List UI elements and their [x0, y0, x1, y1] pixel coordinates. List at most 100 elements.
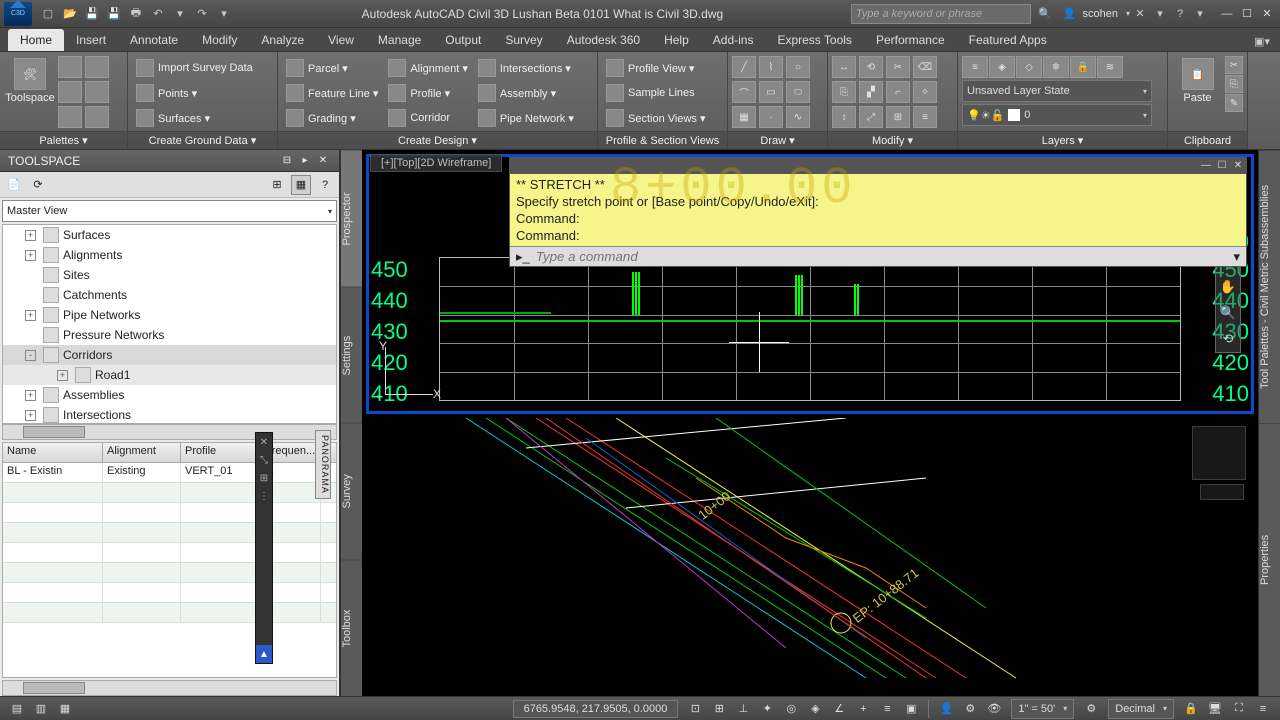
tab-toolbox[interactable]: Toolbox — [341, 560, 362, 697]
sb-isolate-icon[interactable]: ⛶ — [1228, 699, 1250, 719]
zoom-icon[interactable]: 🔍 — [1216, 300, 1240, 326]
col-name[interactable]: Name — [3, 443, 103, 462]
point-icon[interactable]: · — [759, 106, 783, 128]
tab-view[interactable]: View — [316, 29, 366, 51]
undo-dd-icon[interactable]: ▾ — [170, 4, 190, 24]
featureline-button[interactable]: Feature Line ▾ — [282, 81, 382, 105]
arc-icon[interactable]: ⌒ — [732, 81, 756, 103]
cmd-close-icon[interactable]: ✕ — [1230, 158, 1246, 172]
save-icon[interactable]: 💾 — [82, 4, 102, 24]
prospector-tree[interactable]: +Surfaces +Alignments Sites Catchments +… — [2, 224, 337, 424]
sb-layout-icon[interactable]: ▥ — [30, 699, 52, 719]
help-icon[interactable]: ? — [1170, 4, 1190, 24]
tab-survey[interactable]: Survey — [341, 423, 362, 560]
units-combo[interactable]: Decimal▾ — [1108, 699, 1174, 719]
col-profile[interactable]: Profile — [181, 443, 261, 462]
intersections-button[interactable]: Intersections ▾ — [474, 56, 578, 80]
grading-button[interactable]: Grading ▾ — [282, 106, 382, 130]
tab-survey[interactable]: Survey — [493, 29, 554, 51]
maximize-icon[interactable]: ☐ — [1238, 6, 1256, 22]
scale-icon[interactable]: ⤢ — [859, 106, 883, 128]
tab-prospector[interactable]: Prospector — [341, 150, 362, 287]
layerlock-icon[interactable]: 🔒 — [1070, 56, 1096, 78]
tab-addins[interactable]: Add-ins — [701, 29, 766, 51]
collapse-icon[interactable]: - — [25, 350, 36, 361]
viewcube-2[interactable] — [1192, 426, 1246, 480]
sb-lock-icon[interactable]: 🔒 — [1180, 699, 1202, 719]
redo-icon[interactable]: ↷ — [192, 4, 212, 24]
redo-dd-icon[interactable]: ▾ — [214, 4, 234, 24]
wcs-label-2[interactable] — [1200, 484, 1244, 500]
panel-design[interactable]: Create Design ▾ — [278, 131, 597, 149]
floating-toolbar[interactable]: ✕ ⤡ ⊞ ⋮ ▲ — [255, 432, 273, 664]
cmd-dropdown-icon[interactable]: ▾ — [1233, 249, 1240, 265]
cmd-max-icon[interactable]: ☐ — [1214, 158, 1230, 172]
orbit-icon[interactable]: ⟲ — [1216, 326, 1240, 352]
pipenetwork-button[interactable]: Pipe Network ▾ — [474, 106, 578, 130]
expand-icon[interactable]: + — [57, 370, 68, 381]
palette-icon-3[interactable] — [58, 81, 82, 103]
fb-opt-icon[interactable]: ⋮ — [256, 487, 272, 505]
tree-road1[interactable]: +Road1 — [3, 365, 336, 385]
spline-icon[interactable]: ∿ — [786, 106, 810, 128]
app-icon[interactable]: C3D — [4, 2, 32, 26]
tree-intersections[interactable]: +Intersections — [3, 405, 336, 424]
palette-icon-5[interactable] — [58, 106, 82, 128]
search-icon[interactable]: 🔍 — [1035, 4, 1055, 24]
tab-featuredapps[interactable]: Featured Apps — [957, 29, 1059, 51]
scale-combo[interactable]: 1" = 50'▾ — [1011, 699, 1074, 719]
expand-icon[interactable]: + — [25, 390, 36, 401]
mirror-icon[interactable]: ▞ — [859, 81, 883, 103]
parcel-button[interactable]: Parcel ▾ — [282, 56, 382, 80]
expand-icon[interactable]: + — [25, 230, 36, 241]
tree-pipenetworks[interactable]: +Pipe Networks — [3, 305, 336, 325]
sb-3dosnap-icon[interactable]: ◈ — [804, 699, 826, 719]
expand-icon[interactable]: + — [25, 410, 36, 421]
sb-annoscale-icon[interactable]: ⚙ — [959, 699, 981, 719]
tree-surfaces[interactable]: +Surfaces — [3, 225, 336, 245]
layeriso-icon[interactable]: ◈ — [989, 56, 1015, 78]
expand-icon[interactable]: + — [25, 310, 36, 321]
sb-polar-icon[interactable]: ✦ — [756, 699, 778, 719]
sb-trans-icon[interactable]: ▣ — [900, 699, 922, 719]
stretch-icon[interactable]: ↕ — [832, 106, 856, 128]
tab-annotate[interactable]: Annotate — [118, 29, 190, 51]
tab-output[interactable]: Output — [433, 29, 493, 51]
properties-tab[interactable]: Properties — [1259, 423, 1280, 696]
sectionviews-button[interactable]: Section Views ▾ — [602, 106, 709, 130]
close-panel-icon[interactable]: ✕ — [315, 154, 331, 168]
toolpalettes-tab[interactable]: Tool Palettes - Civil Metric Subassembli… — [1259, 150, 1280, 423]
tab-performance[interactable]: Performance — [864, 29, 957, 51]
grid-body[interactable]: BL - Existin Existing VERT_01 ... — [3, 463, 336, 677]
panel-ground[interactable]: Create Ground Data ▾ — [128, 131, 277, 149]
corridor-button[interactable]: Corridor — [384, 106, 472, 130]
sb-hardware-icon[interactable]: 🖥 — [1204, 699, 1226, 719]
copy-icon[interactable]: ⎘ — [832, 81, 856, 103]
array-icon[interactable]: ⊞ — [886, 106, 910, 128]
offset-icon[interactable]: ≡ — [913, 106, 937, 128]
open-icon[interactable]: 📂 — [60, 4, 80, 24]
import-survey-button[interactable]: Import Survey Data — [132, 56, 257, 80]
explode-icon[interactable]: ✧ — [913, 81, 937, 103]
sb-otrack-icon[interactable]: ∠ — [828, 699, 850, 719]
col-alignment[interactable]: Alignment — [103, 443, 181, 462]
assembly-button[interactable]: Assembly ▾ — [474, 81, 578, 105]
points-button[interactable]: Points ▾ — [132, 81, 257, 105]
sb-model-icon[interactable]: ▦ — [54, 699, 76, 719]
help-dd-icon[interactable]: ▾ — [1190, 4, 1210, 24]
alignment-button[interactable]: Alignment ▾ — [384, 56, 472, 80]
sb-grid-icon[interactable]: ⊞ — [708, 699, 730, 719]
panel-modify[interactable]: Modify ▾ — [828, 131, 957, 149]
tree-catchments[interactable]: Catchments — [3, 285, 336, 305]
rect-icon[interactable]: ▭ — [759, 81, 783, 103]
tab-settings[interactable]: Settings — [341, 287, 362, 424]
layermatch-icon[interactable]: ≋ — [1097, 56, 1123, 78]
tree-sites[interactable]: Sites — [3, 265, 336, 285]
palette-icon-4[interactable] — [85, 81, 109, 103]
user-menu[interactable]: 👤 scohen ▾ — [1063, 7, 1130, 20]
tsopt2-icon[interactable]: ▦ — [291, 175, 311, 195]
tshelp-icon[interactable]: ? — [315, 175, 335, 195]
grid-hscroll[interactable] — [2, 680, 337, 696]
ellipse-icon[interactable]: ⬭ — [786, 81, 810, 103]
sb-gear-icon[interactable]: ⚙ — [1080, 699, 1102, 719]
